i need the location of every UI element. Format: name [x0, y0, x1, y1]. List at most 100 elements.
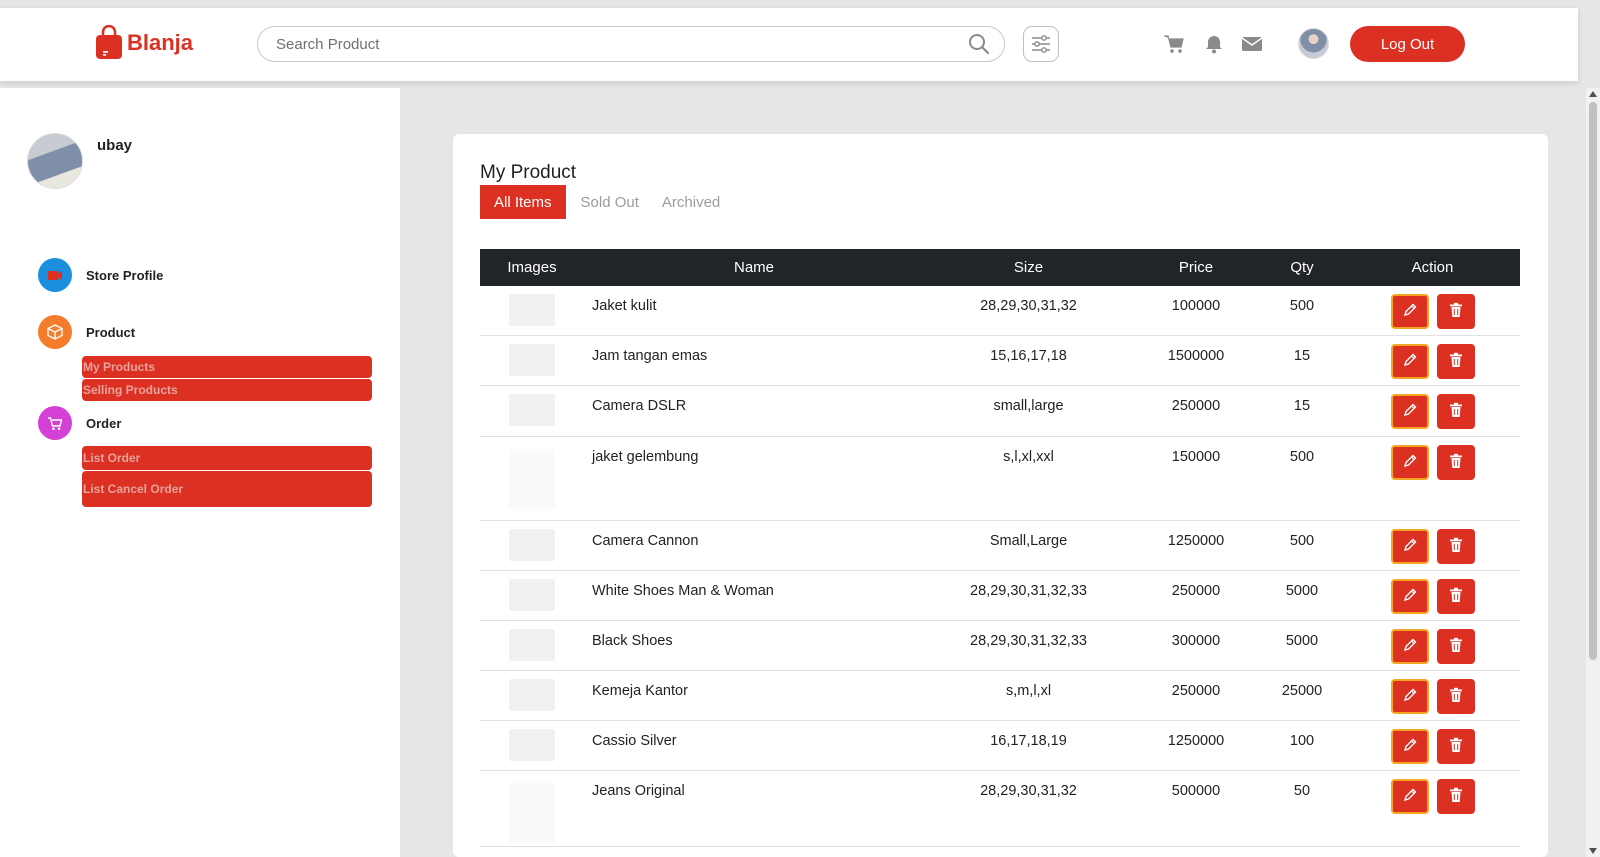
- mail-icon[interactable]: [1241, 34, 1263, 54]
- search-input[interactable]: [276, 35, 968, 53]
- shopping-bag-icon: [96, 25, 122, 59]
- delete-button[interactable]: [1436, 579, 1475, 614]
- edit-button[interactable]: [1390, 344, 1429, 379]
- column-header: Action: [1411, 259, 1454, 276]
- product-price: 500000: [1171, 783, 1221, 799]
- page-title: My Product: [480, 162, 577, 183]
- edit-button[interactable]: [1390, 579, 1429, 614]
- product-name: jaket gelembung: [592, 449, 699, 465]
- sidebar-link-selling-products[interactable]: Selling Products: [82, 379, 372, 401]
- pencil-icon: [1402, 737, 1418, 757]
- column-header: Price: [1178, 259, 1214, 276]
- pencil-icon: [1402, 687, 1418, 707]
- edit-button[interactable]: [1390, 779, 1429, 814]
- tab-archived[interactable]: Archived: [647, 185, 728, 219]
- search-bar[interactable]: [257, 26, 1005, 62]
- product-qty: 500: [1289, 449, 1315, 465]
- sidebar-item-product[interactable]: Product: [38, 315, 135, 349]
- action-cell: [1345, 621, 1520, 670]
- filter-button[interactable]: [1023, 26, 1059, 62]
- product-qty: 500: [1289, 298, 1315, 314]
- column-header: Qty: [1290, 259, 1314, 276]
- product-image: [509, 579, 555, 611]
- sidebar: ubay Store Profile Product My Products S…: [0, 88, 400, 857]
- bell-icon[interactable]: [1203, 34, 1225, 54]
- pencil-icon: [1402, 402, 1418, 422]
- table-row: Jeans Original 28,29,30,31,32 500000 50: [480, 771, 1520, 847]
- sidebar-link-my-products[interactable]: My Products: [82, 356, 372, 378]
- trash-icon: [1449, 587, 1463, 607]
- product-image-cell: [480, 721, 584, 770]
- edit-button[interactable]: [1390, 679, 1429, 714]
- table-header: Images Name Size Price Qty Action: [480, 249, 1520, 286]
- tab-all-items[interactable]: All Items: [480, 185, 566, 219]
- sidebar-item-store-profile[interactable]: Store Profile: [38, 258, 163, 292]
- main-card: My Product All Items Sold Out Archived I…: [453, 134, 1548, 857]
- pencil-icon: [1402, 302, 1418, 322]
- trash-icon: [1449, 787, 1463, 807]
- product-qty: 25000: [1281, 683, 1323, 699]
- delete-button[interactable]: [1436, 344, 1475, 379]
- table-row: Cassio Silver 16,17,18,19 1250000 100: [480, 721, 1520, 771]
- action-cell: [1345, 521, 1520, 570]
- table-row: jaket gelembung s,l,xl,xxl 150000 500: [480, 437, 1520, 521]
- delete-button[interactable]: [1436, 729, 1475, 764]
- trash-icon: [1449, 737, 1463, 757]
- column-header: Size: [1013, 259, 1044, 276]
- delete-button[interactable]: [1436, 445, 1475, 480]
- product-size: 28,29,30,31,32: [980, 298, 1077, 314]
- product-image: [509, 344, 555, 376]
- edit-button[interactable]: [1390, 294, 1429, 329]
- brand-logo[interactable]: Blanja: [95, 25, 193, 60]
- store-icon: [38, 258, 72, 292]
- scroll-down-arrow-icon[interactable]: [1589, 848, 1597, 854]
- table-row: Camera DSLR small,large 250000 15: [480, 386, 1520, 437]
- edit-button[interactable]: [1390, 629, 1429, 664]
- sidebar-item-order[interactable]: Order: [38, 406, 121, 440]
- product-price: 250000: [1171, 583, 1221, 599]
- product-qty: 15: [1293, 348, 1311, 364]
- sidebar-link-list-cancel-order[interactable]: List Cancel Order: [82, 471, 372, 507]
- product-image-cell: [480, 437, 584, 520]
- product-name: Camera DSLR: [592, 398, 687, 414]
- action-cell: [1345, 571, 1520, 620]
- pencil-icon: [1402, 637, 1418, 657]
- product-price: 250000: [1171, 398, 1221, 414]
- sidebar-item-label: Store Profile: [86, 267, 164, 283]
- sidebar-link-list-order[interactable]: List Order: [82, 446, 372, 470]
- delete-button[interactable]: [1436, 779, 1475, 814]
- logout-button[interactable]: Log Out: [1350, 26, 1465, 62]
- delete-button[interactable]: [1436, 679, 1475, 714]
- product-size: 15,16,17,18: [990, 348, 1067, 364]
- table-row: White Shoes Man & Woman 28,29,30,31,32,33…: [480, 571, 1520, 621]
- product-price: 250000: [1171, 683, 1221, 699]
- product-name: Cassio Silver: [592, 733, 677, 749]
- product-image-cell: [480, 521, 584, 570]
- product-image-cell: [480, 286, 584, 335]
- edit-button[interactable]: [1390, 529, 1429, 564]
- column-header: Name: [733, 259, 774, 276]
- user-avatar[interactable]: [1298, 28, 1329, 59]
- header: Blanja Search Product Log Out: [0, 8, 1578, 81]
- action-cell: [1345, 286, 1520, 335]
- trash-icon: [1449, 453, 1463, 473]
- table-row: Black Shoes 28,29,30,31,32,33 300000 5000: [480, 621, 1520, 671]
- brand-name: Blanja: [127, 29, 194, 55]
- delete-button[interactable]: [1436, 394, 1475, 429]
- delete-button[interactable]: [1436, 529, 1475, 564]
- edit-button[interactable]: [1390, 729, 1429, 764]
- scrollbar[interactable]: [1586, 88, 1600, 857]
- search-icon[interactable]: [968, 33, 990, 55]
- scroll-up-arrow-icon[interactable]: [1589, 91, 1597, 97]
- trash-icon: [1449, 302, 1463, 322]
- sidebar-item-label: Product: [86, 324, 136, 340]
- delete-button[interactable]: [1436, 629, 1475, 664]
- tab-sold-out[interactable]: Sold Out: [566, 185, 647, 219]
- cart-icon[interactable]: [1163, 34, 1185, 54]
- product-qty: 5000: [1285, 633, 1319, 649]
- product-image: [509, 729, 555, 761]
- edit-button[interactable]: [1390, 445, 1429, 480]
- scrollbar-thumb[interactable]: [1589, 102, 1597, 660]
- delete-button[interactable]: [1436, 294, 1475, 329]
- edit-button[interactable]: [1390, 394, 1429, 429]
